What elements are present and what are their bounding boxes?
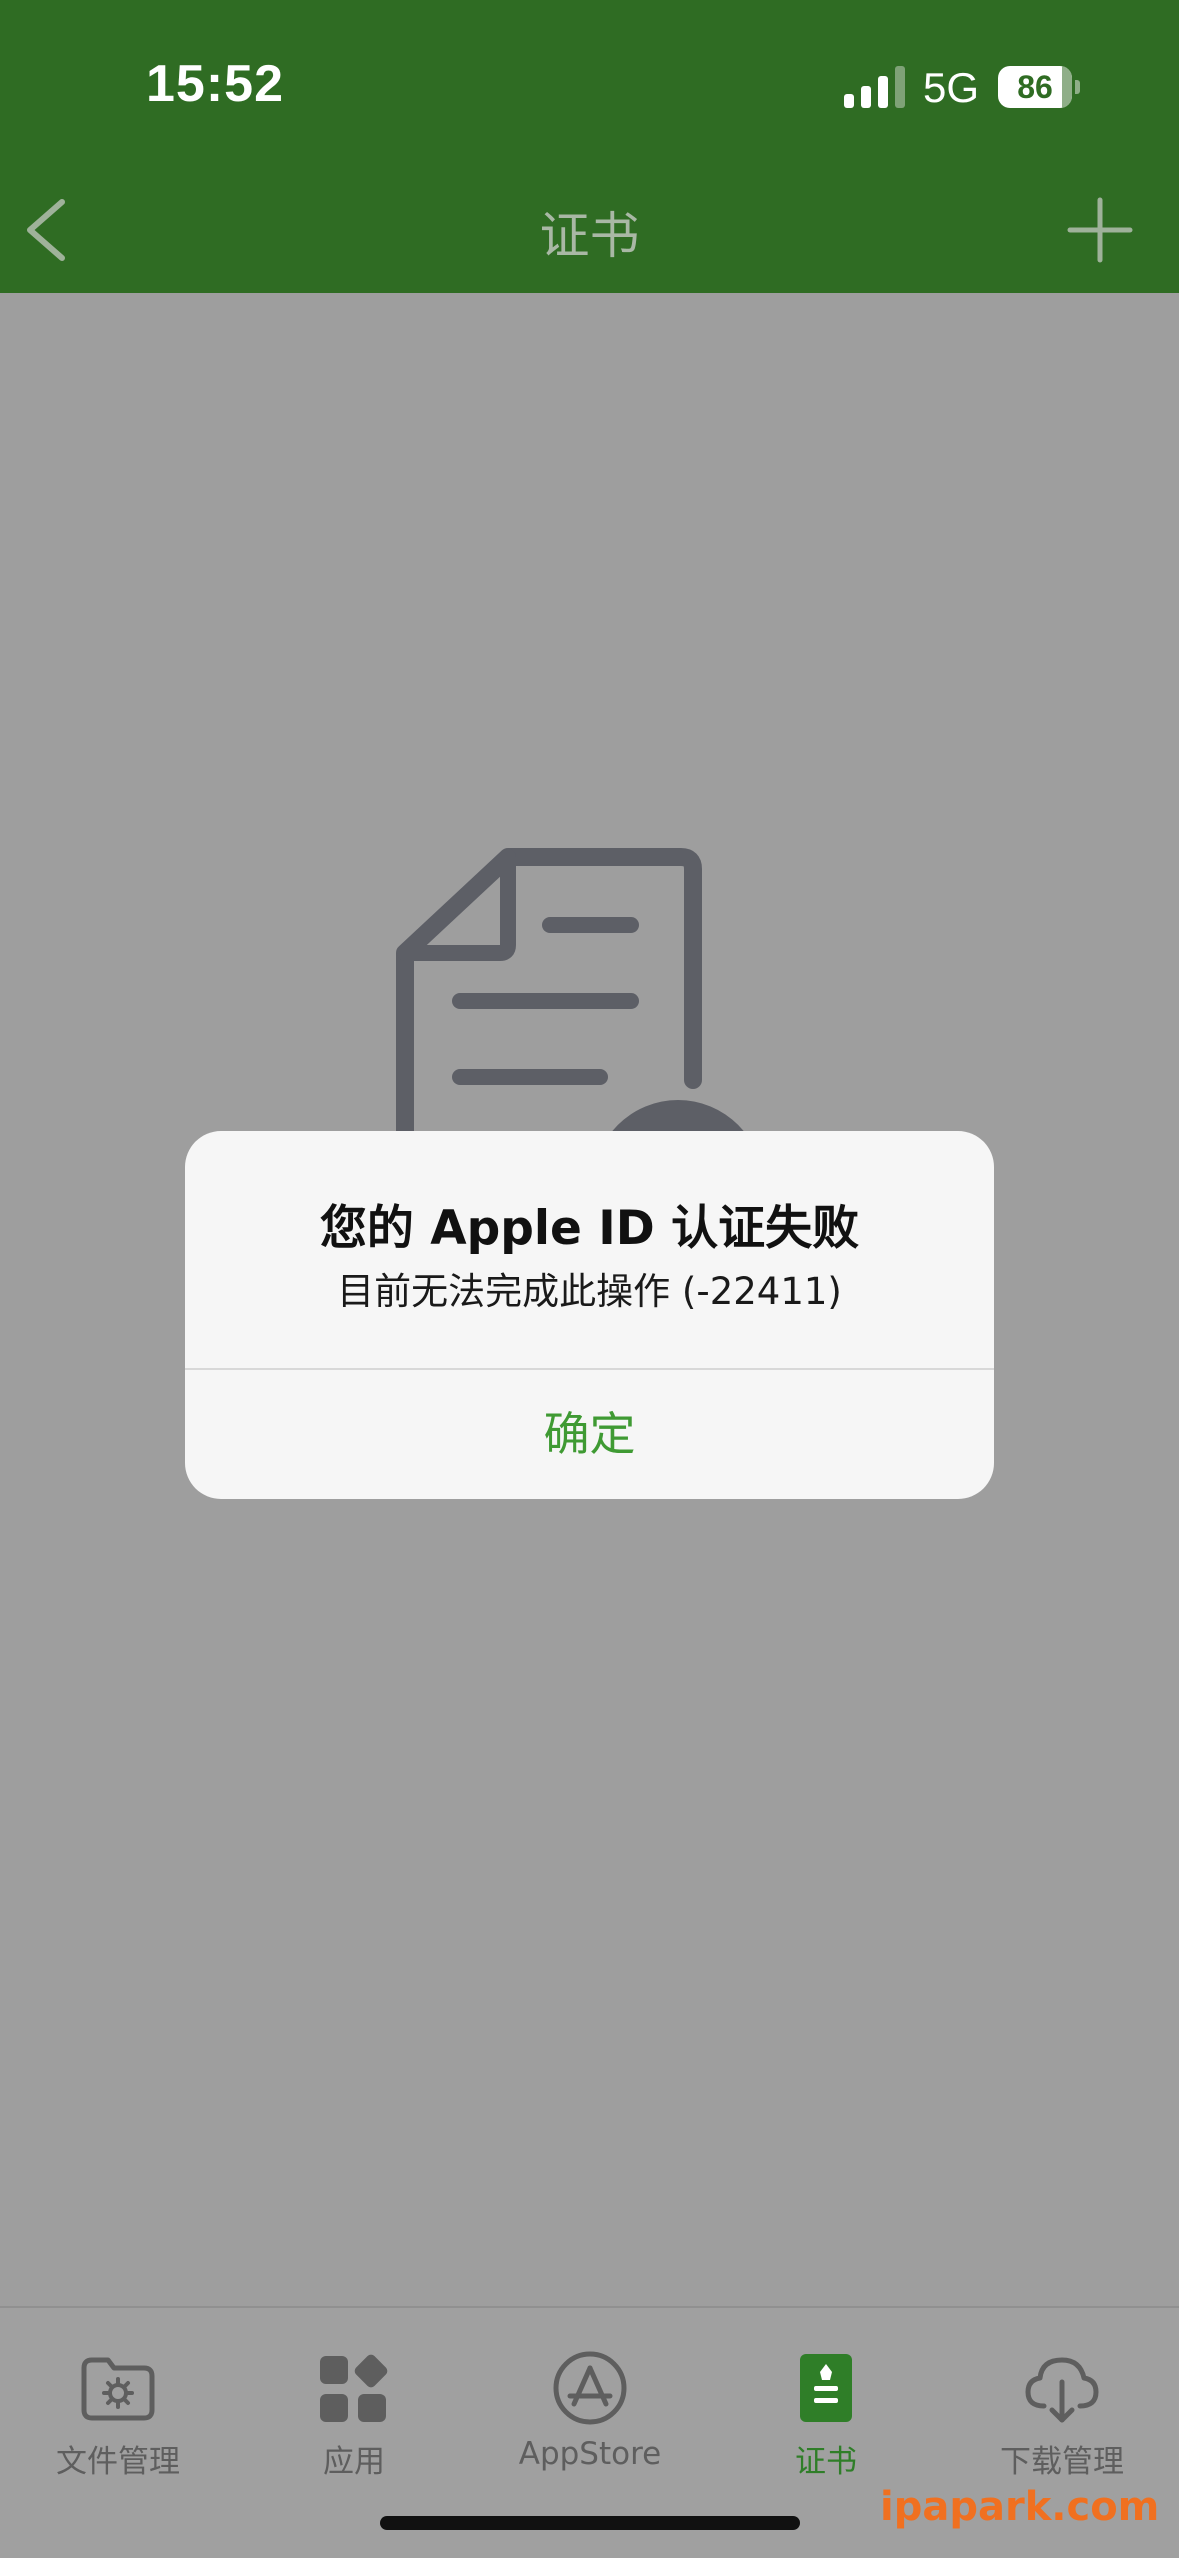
tab-certificate[interactable]: 证书	[708, 2328, 944, 2480]
home-indicator[interactable]	[380, 2516, 800, 2530]
battery-cap	[1075, 80, 1080, 94]
cloud-download-icon	[1025, 2357, 1099, 2423]
page-title: 证书	[539, 207, 640, 265]
battery-icon: 86	[998, 66, 1080, 108]
tab-label: 应用	[323, 2444, 385, 2480]
appstore-icon	[553, 2351, 627, 2425]
alert-title: 您的 Apple ID 认证失败	[319, 1201, 860, 1256]
certificate-document-icon	[396, 848, 761, 1165]
apps-grid-icon	[320, 2354, 388, 2422]
folder-gear-icon	[81, 2357, 155, 2421]
tab-apps[interactable]: 应用	[236, 2328, 472, 2480]
tab-label: 文件管理	[56, 2444, 180, 2480]
tab-downloads[interactable]: 下载管理	[944, 2328, 1179, 2480]
status-time: 15:52	[146, 55, 284, 113]
alert-dialog: 您的 Apple ID 认证失败 目前无法完成此操作 (-22411) 确定	[185, 1131, 994, 1499]
cellular-signal-icon	[844, 66, 905, 108]
tab-label: AppStore	[518, 2436, 662, 2472]
header: 15:52 5G 86 证书	[0, 0, 1179, 293]
tab-appstore[interactable]: AppStore	[472, 2328, 708, 2478]
tab-file-manager[interactable]: 文件管理	[0, 2328, 236, 2480]
certificate-icon	[800, 2354, 852, 2422]
battery-body: 86	[998, 66, 1072, 108]
tab-label: 证书	[795, 2444, 857, 2480]
alert-message: 目前无法完成此操作 (-22411)	[337, 1270, 842, 1313]
plus-icon[interactable]	[1062, 192, 1138, 268]
watermark: ipapark.com	[880, 2484, 1160, 2530]
battery-level: 86	[1017, 69, 1053, 105]
network-type: 5G	[923, 64, 980, 111]
tab-label: 下载管理	[1000, 2444, 1124, 2480]
confirm-button[interactable]: 确定	[185, 1370, 994, 1499]
